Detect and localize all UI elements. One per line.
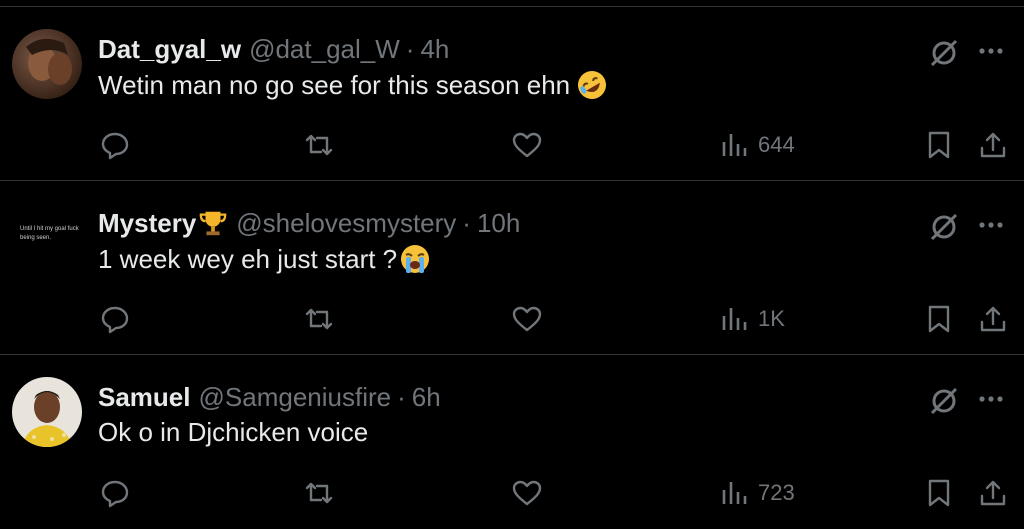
- heart-icon: [512, 132, 542, 158]
- views-count: 1K: [758, 306, 785, 331]
- bookmark-icon: [928, 305, 950, 333]
- timestamp[interactable]: 10h: [477, 208, 520, 239]
- views-chart-icon: [722, 482, 747, 504]
- timestamp[interactable]: 4h: [420, 34, 449, 65]
- share-icon: [980, 132, 1006, 158]
- tweet-text: Wetin man no go see for this season ehn: [98, 69, 608, 101]
- avatar[interactable]: Until I hit my goal fuck being seen.: [12, 203, 82, 273]
- avatar-photo-icon: [26, 38, 72, 85]
- share-icon: [980, 480, 1006, 506]
- reply-button[interactable]: [100, 299, 130, 339]
- views-chart-icon: [722, 134, 747, 156]
- display-name[interactable]: Samuel: [98, 382, 191, 413]
- separator: ·: [405, 33, 415, 64]
- retweet-icon: [305, 134, 333, 156]
- username[interactable]: @Samgeniusfire: [199, 382, 392, 413]
- heart-icon: [512, 480, 542, 506]
- more-options-icon[interactable]: [976, 209, 1006, 241]
- tweet[interactable]: Samuel @Samgeniusfire · 6h Ok o in Djchi…: [0, 355, 1024, 529]
- bookmark-button[interactable]: [924, 299, 954, 339]
- tweet[interactable]: Dat_gyal_w @dat_gal_W · 4h Wetin man no …: [0, 7, 1024, 181]
- username[interactable]: @shelovesmystery: [236, 208, 456, 239]
- share-icon: [980, 306, 1006, 332]
- timestamp[interactable]: 6h: [412, 382, 441, 413]
- heart-icon: [512, 306, 542, 332]
- share-button[interactable]: [978, 299, 1008, 339]
- retweet-button[interactable]: [304, 299, 334, 339]
- username[interactable]: @dat_gal_W: [249, 34, 400, 65]
- bookmark-button[interactable]: [924, 125, 954, 165]
- reply-button[interactable]: [100, 473, 130, 513]
- like-button[interactable]: [512, 299, 542, 339]
- tweet-text-content: 1 week wey eh just start ?: [98, 243, 398, 274]
- reply-icon: [101, 132, 129, 160]
- avatar[interactable]: [12, 29, 82, 99]
- grok-icon[interactable]: [928, 37, 960, 69]
- tweet-text-content: Ok o in Djchicken voice: [98, 417, 369, 447]
- views-count: 644: [758, 132, 795, 157]
- views-chart-icon: [722, 308, 747, 330]
- separator: ·: [462, 207, 471, 238]
- retweet-button[interactable]: [304, 473, 334, 513]
- share-button[interactable]: [978, 473, 1008, 513]
- tweet[interactable]: Until I hit my goal fuck being seen. Mys…: [0, 181, 1024, 355]
- share-button[interactable]: [978, 125, 1008, 165]
- grok-icon[interactable]: [928, 385, 960, 417]
- more-options-icon[interactable]: [976, 35, 1006, 67]
- retweet-icon: [305, 308, 333, 330]
- separator: ·: [397, 381, 406, 412]
- grok-icon[interactable]: [928, 211, 960, 243]
- tweet-text-content: Wetin man no go see for this season ehn: [98, 69, 571, 100]
- avatar-photo-icon: [22, 391, 72, 447]
- reply-icon: [101, 306, 129, 334]
- views-count: 723: [758, 480, 795, 505]
- tweet-header: Samuel @Samgeniusfire · 6h: [98, 379, 441, 415]
- display-name[interactable]: Dat_gyal_w: [98, 34, 241, 65]
- rolling-on-floor-laughing-emoji-icon: [578, 70, 607, 99]
- views-button[interactable]: 1K: [720, 299, 785, 339]
- retweet-button[interactable]: [304, 125, 334, 165]
- views-button[interactable]: 723: [720, 473, 795, 513]
- avatar[interactable]: [12, 377, 82, 447]
- avatar-text: Until I hit my goal fuck being seen.: [20, 226, 79, 241]
- bookmark-icon: [928, 479, 950, 507]
- trophy-icon: [199, 211, 227, 236]
- tweet-header: Dat_gyal_w @dat_gal_W · 4h: [98, 31, 449, 67]
- views-button[interactable]: 644: [720, 125, 795, 165]
- tweet-text: Ok o in Djchicken voice: [98, 417, 368, 448]
- display-name[interactable]: Mystery: [98, 208, 196, 239]
- bookmark-button[interactable]: [924, 473, 954, 513]
- tweet-header: Mystery @shelovesmystery · 10h: [98, 205, 520, 241]
- bookmark-icon: [928, 131, 950, 159]
- reply-icon: [101, 480, 129, 508]
- retweet-icon: [305, 482, 333, 504]
- like-button[interactable]: [512, 473, 542, 513]
- more-options-icon[interactable]: [976, 383, 1006, 415]
- tweet-text: 1 week wey eh just start ?: [98, 243, 431, 275]
- like-button[interactable]: [512, 125, 542, 165]
- reply-button[interactable]: [100, 125, 130, 165]
- loudly-crying-face-emoji-icon: [401, 245, 430, 273]
